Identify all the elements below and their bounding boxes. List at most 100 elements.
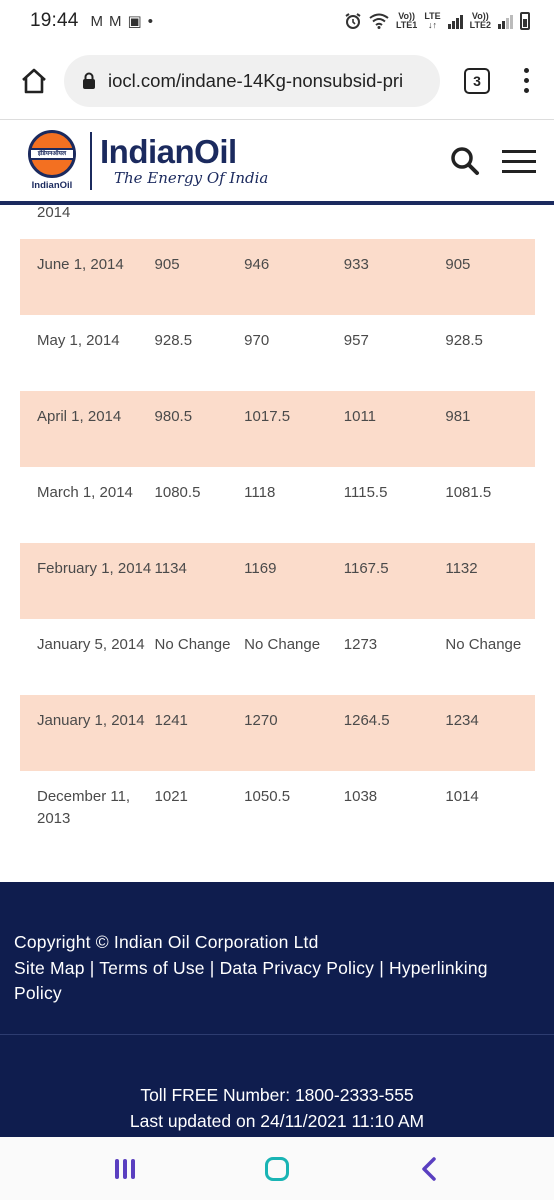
copyright-text: Copyright © Indian Oil Corporation Ltd [14,932,319,952]
footer-link-site-map[interactable]: Site Map [14,958,85,978]
logo-wordmark: IndianOil The Energy Of India [100,133,269,188]
price-cell: 905 [445,256,471,273]
logo-caption: IndianOil [31,180,73,191]
price-cell: 1021 [154,788,188,805]
brand-tagline: The Energy Of India [114,169,269,187]
lte2-label: LTE2 [469,20,491,30]
price-cell: 928.5 [445,332,483,349]
table-row: March 1, 2014 1080.5 1118 1115.5 1081.5 [20,467,535,543]
table-row: December 11, 2013 1021 1050.5 1038 1014 [20,771,535,847]
menu-icon[interactable] [502,149,536,173]
home-button[interactable] [16,63,52,99]
url-text: iocl.com/indane-14Kg-nonsubsid-pri [108,69,404,91]
date-cell: May 1, 2014 [37,332,120,349]
search-icon[interactable] [450,146,480,176]
price-cell: 905 [154,256,180,273]
price-cell: No Change [445,636,522,653]
price-cell: 1169 [244,560,277,577]
battery-icon [520,12,530,30]
date-cell: February 1, 2014 [37,560,152,577]
status-right-icons: Vo)) LTE1 LTE ↓↑ Vo)) LTE2 [344,12,530,30]
table-row: April 1, 2014 980.5 1017.5 1011 981 [20,391,535,467]
footer-contact: Toll FREE Number: 1800-2333-555 Last upd… [0,1083,554,1134]
price-cell: 1273 [343,636,378,653]
status-time: 19:44 [30,10,79,31]
footer-link-terms[interactable]: Terms of Use [99,958,204,978]
price-cell: 1234 [445,712,479,729]
table-row: June 1, 2014 905 946 933 905 [20,239,535,315]
price-cell: 1132 [445,560,478,577]
logo-band-text: इंडियनऑयल [31,148,73,160]
voicemail-icon: ▣ [127,13,142,30]
price-cell: 981 [445,408,471,425]
date-cell: March 1, 2014 [37,484,133,501]
home-icon [22,68,46,93]
gmail-icon: M [90,12,104,30]
site-header: इंडियनऑयल IndianOil IndianOil The Energy… [0,121,554,205]
price-cell: 1115.5 [343,484,388,501]
link-separator: | [374,957,390,978]
table-row: January 5, 2014 No Change No Change 1273 No … [20,619,535,695]
lte1-label: LTE1 [395,20,418,30]
price-cell: No Change [244,636,321,653]
dot-icon [523,88,529,93]
price-cell: 1080.5 [154,484,201,501]
lte-label: LTE [424,11,441,21]
brand-name: IndianOil [100,133,237,170]
indianoil-logo[interactable]: इंडियनऑयल IndianOil [26,130,78,192]
price-cell: 1038 [343,788,378,805]
lte-indicator: LTE ↓↑ [424,11,441,30]
system-nav-bar [0,1137,554,1200]
date-cell: January 1, 2014 [37,712,145,729]
table-row: May 1, 2014 928.5 970 957 928.5 [20,315,535,391]
signal-icon [498,13,513,29]
tab-switcher-button[interactable]: 3 [464,67,490,94]
date-cell: April 1, 2014 [37,408,122,425]
price-cell: 1241 [154,712,188,729]
address-bar[interactable]: iocl.com/indane-14Kg-nonsubsid-pri [64,54,440,107]
signal-icon [447,13,463,29]
price-cell: 1134 [154,560,187,577]
price-cell: 1050.5 [244,788,291,805]
header-actions [450,146,536,176]
date-cell: December 11, 2013 [37,788,131,827]
more-notifications-icon: • [147,12,153,30]
price-cell: 1017.5 [244,408,291,425]
footer-links-block: Copyright © Indian Oil Corporation Ltd S… [0,882,554,1007]
footer-divider [0,1034,554,1035]
status-bar: 19:44 M M ▣ • Vo)) LTE1 LTE ↓↑ Vo)) LTE2 [0,0,554,42]
price-cell: 1118 [244,484,276,501]
notification-icons: M M ▣ • [90,12,153,31]
price-cell: 1081.5 [445,484,492,501]
date-cell: June 1, 2014 [37,256,124,273]
price-cell: 1011 [343,408,377,425]
price-cell: 980.5 [154,408,193,425]
table-body: June 1, 2014 905 946 933 905 May 1, 2014 928.5… [20,239,535,847]
logo-divider [90,132,92,190]
recent-apps-button[interactable] [115,1158,135,1179]
volte-lte1-indicator: Vo)) LTE1 [396,12,417,30]
price-cell: 1167.5 [343,560,389,577]
gmail-icon: M [109,12,122,30]
link-separator: | [204,957,220,978]
browser-menu-button[interactable] [514,68,538,93]
price-cell: 928.5 [154,332,193,349]
lock-icon [82,72,96,90]
price-cell: 970 [244,332,270,349]
dot-icon [523,78,529,83]
home-nav-button[interactable] [265,1156,289,1181]
volte-lte2-indicator: Vo)) LTE2 [470,12,491,30]
date-cell: January 5, 2014 [37,636,145,653]
table-row: January 1, 2014 1241 1270 1264.5 1234 [20,695,535,771]
price-cell: 946 [244,256,270,273]
back-button[interactable] [419,1156,439,1182]
logo-emblem: इंडियनऑयल [28,130,76,178]
price-cell: 1264.5 [343,712,390,729]
price-cell: 933 [343,256,369,273]
last-updated: Last updated on 24/11/2021 11:10 AM [129,1110,425,1131]
price-cell: No Change [154,636,231,653]
browser-toolbar: iocl.com/indane-14Kg-nonsubsid-pri 3 [0,42,554,120]
date-cell: 2014 [37,204,71,221]
footer-link-privacy[interactable]: Data Privacy Policy [220,958,375,978]
table-row: February 1, 2014 1134 1169 1167.5 1132 [20,543,535,619]
